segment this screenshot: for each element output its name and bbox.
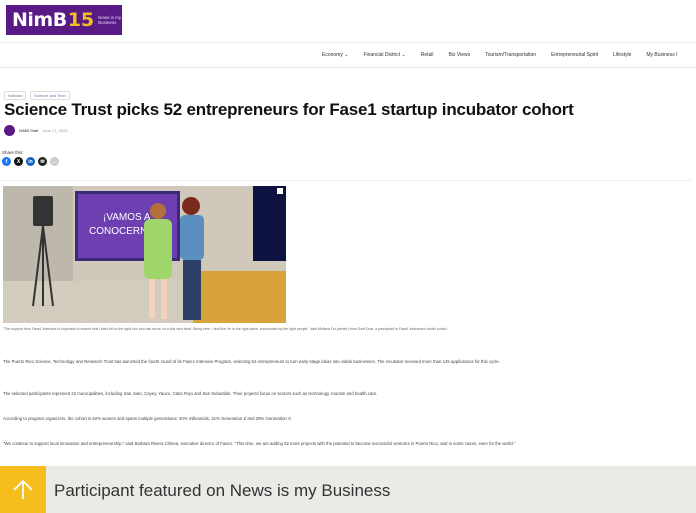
nav-item-financial-district[interactable]: Financial District ⌄ bbox=[363, 52, 405, 58]
photo-illustration: ¡VAMOS A CONOCERNO bbox=[3, 186, 286, 323]
author-row: NIMB Staff June 17, 2025 bbox=[4, 125, 68, 136]
nav-item-lifestyle[interactable]: Lifestyle bbox=[613, 52, 631, 58]
breadcrumb-item[interactable]: Science and Tech bbox=[30, 91, 70, 100]
avatar bbox=[4, 125, 15, 136]
main-nav: Economy ⌄ Financial District ⌄ Retail Bi… bbox=[0, 42, 696, 68]
publish-date: June 17, 2025 bbox=[42, 128, 68, 133]
arrow-up-icon bbox=[0, 466, 46, 513]
featured-banner[interactable]: Participant featured on News is my Busin… bbox=[0, 466, 696, 513]
nav-item-entrepreneurial-spirit[interactable]: Entrepreneurial Spirit bbox=[551, 52, 598, 58]
article-paragraph: "We continue to support local innovation… bbox=[3, 441, 516, 446]
site-logo[interactable]: NimB 15 News is my Business bbox=[6, 5, 122, 35]
screen-text-line1: ¡VAMOS A bbox=[103, 212, 151, 223]
article-paragraph: According to program organizers, the coh… bbox=[3, 416, 293, 421]
article-headline: Science Trust picks 52 entrepreneurs for… bbox=[4, 100, 574, 119]
breadcrumb: Noticias Science and Tech bbox=[4, 91, 70, 100]
divider bbox=[0, 180, 692, 181]
photo-caption: "The support from Fase1 Intensive is imp… bbox=[3, 327, 448, 331]
nav-item-tourism[interactable]: Tourism/Transportation bbox=[485, 52, 536, 58]
logo-text: NimB bbox=[12, 9, 67, 31]
banner-text: Participant featured on News is my Busin… bbox=[54, 481, 391, 500]
share-buttons: f X in ✉ … bbox=[2, 157, 59, 166]
breadcrumb-item[interactable]: Noticias bbox=[4, 91, 27, 100]
linkedin-icon[interactable]: in bbox=[26, 157, 35, 166]
logo-tagline: News is my Business bbox=[98, 15, 122, 25]
email-icon[interactable]: ✉ bbox=[38, 157, 47, 166]
nav-item-economy[interactable]: Economy ⌄ bbox=[322, 52, 348, 58]
share-label: Share this: bbox=[2, 150, 24, 155]
author-name[interactable]: NIMB Staff bbox=[19, 128, 38, 133]
nav-item-biz-views[interactable]: Biz Views bbox=[449, 52, 471, 58]
article-paragraph: The selected participants represent 22 m… bbox=[3, 391, 378, 396]
chevron-down-icon: ⌄ bbox=[401, 52, 406, 58]
more-icon[interactable]: … bbox=[50, 157, 59, 166]
facebook-icon[interactable]: f bbox=[2, 157, 11, 166]
article-photo[interactable]: ¡VAMOS A CONOCERNO bbox=[3, 186, 286, 323]
nav-item-my-business[interactable]: My Business I bbox=[646, 52, 677, 58]
article-paragraph: The Puerto Rico Science, Technology and … bbox=[3, 359, 500, 364]
chevron-down-icon: ⌄ bbox=[344, 52, 349, 58]
x-icon[interactable]: X bbox=[14, 157, 23, 166]
logo-number: 15 bbox=[67, 9, 95, 31]
nav-item-retail[interactable]: Retail bbox=[421, 52, 434, 58]
